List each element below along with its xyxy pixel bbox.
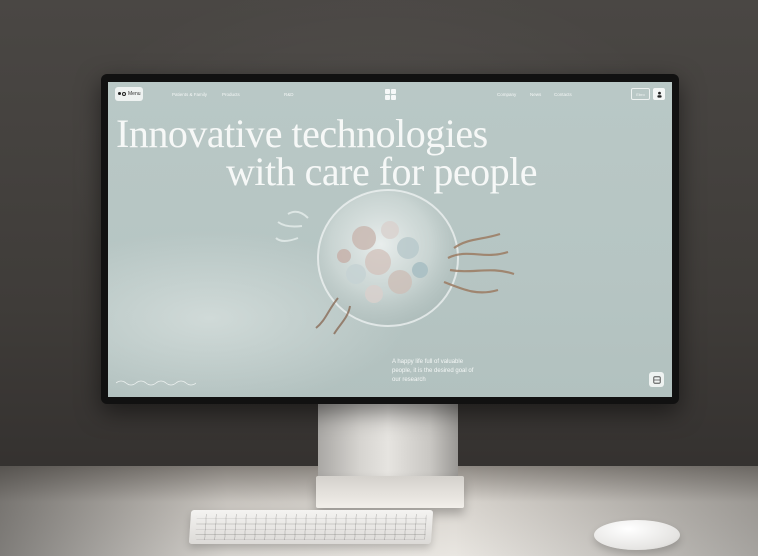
nav-link-news[interactable]: News — [530, 92, 541, 97]
nav-link-patients-family[interactable]: Patients & Family — [172, 92, 207, 97]
wave-line-icon — [116, 380, 196, 386]
keyboard — [188, 510, 434, 544]
nav-link-rnd[interactable]: R&D — [284, 92, 294, 97]
website-screen: Menu Patients & Family Products R&D Comp… — [108, 82, 672, 397]
brand-logo-icon[interactable] — [385, 89, 396, 100]
mouse — [594, 520, 680, 550]
monitor-stand — [318, 400, 458, 480]
nav-outline-button[interactable]: Ebro — [631, 88, 650, 100]
corner-grid-button[interactable] — [649, 372, 664, 387]
menu-label: Menu — [128, 91, 141, 97]
keyboard-keys — [195, 514, 427, 540]
nav-outline-button-label: Ebro — [636, 91, 645, 97]
nav-link-contacts[interactable]: Contacts — [554, 92, 572, 97]
menu-dots-icon — [118, 92, 126, 96]
menu-button[interactable]: Menu — [115, 87, 143, 101]
hero-cell-illustration — [275, 189, 515, 335]
account-icon — [656, 91, 662, 98]
nav-link-company[interactable]: Company — [497, 92, 516, 97]
hero-tagline: A happy life full of valuable people, it… — [392, 359, 474, 383]
account-button[interactable] — [653, 88, 665, 100]
nav-link-products[interactable]: Products — [222, 92, 240, 97]
monitor-stand-base — [316, 476, 464, 508]
top-navigation: Menu Patients & Family Products R&D Comp… — [108, 82, 672, 106]
grid-square-icon — [652, 375, 661, 384]
